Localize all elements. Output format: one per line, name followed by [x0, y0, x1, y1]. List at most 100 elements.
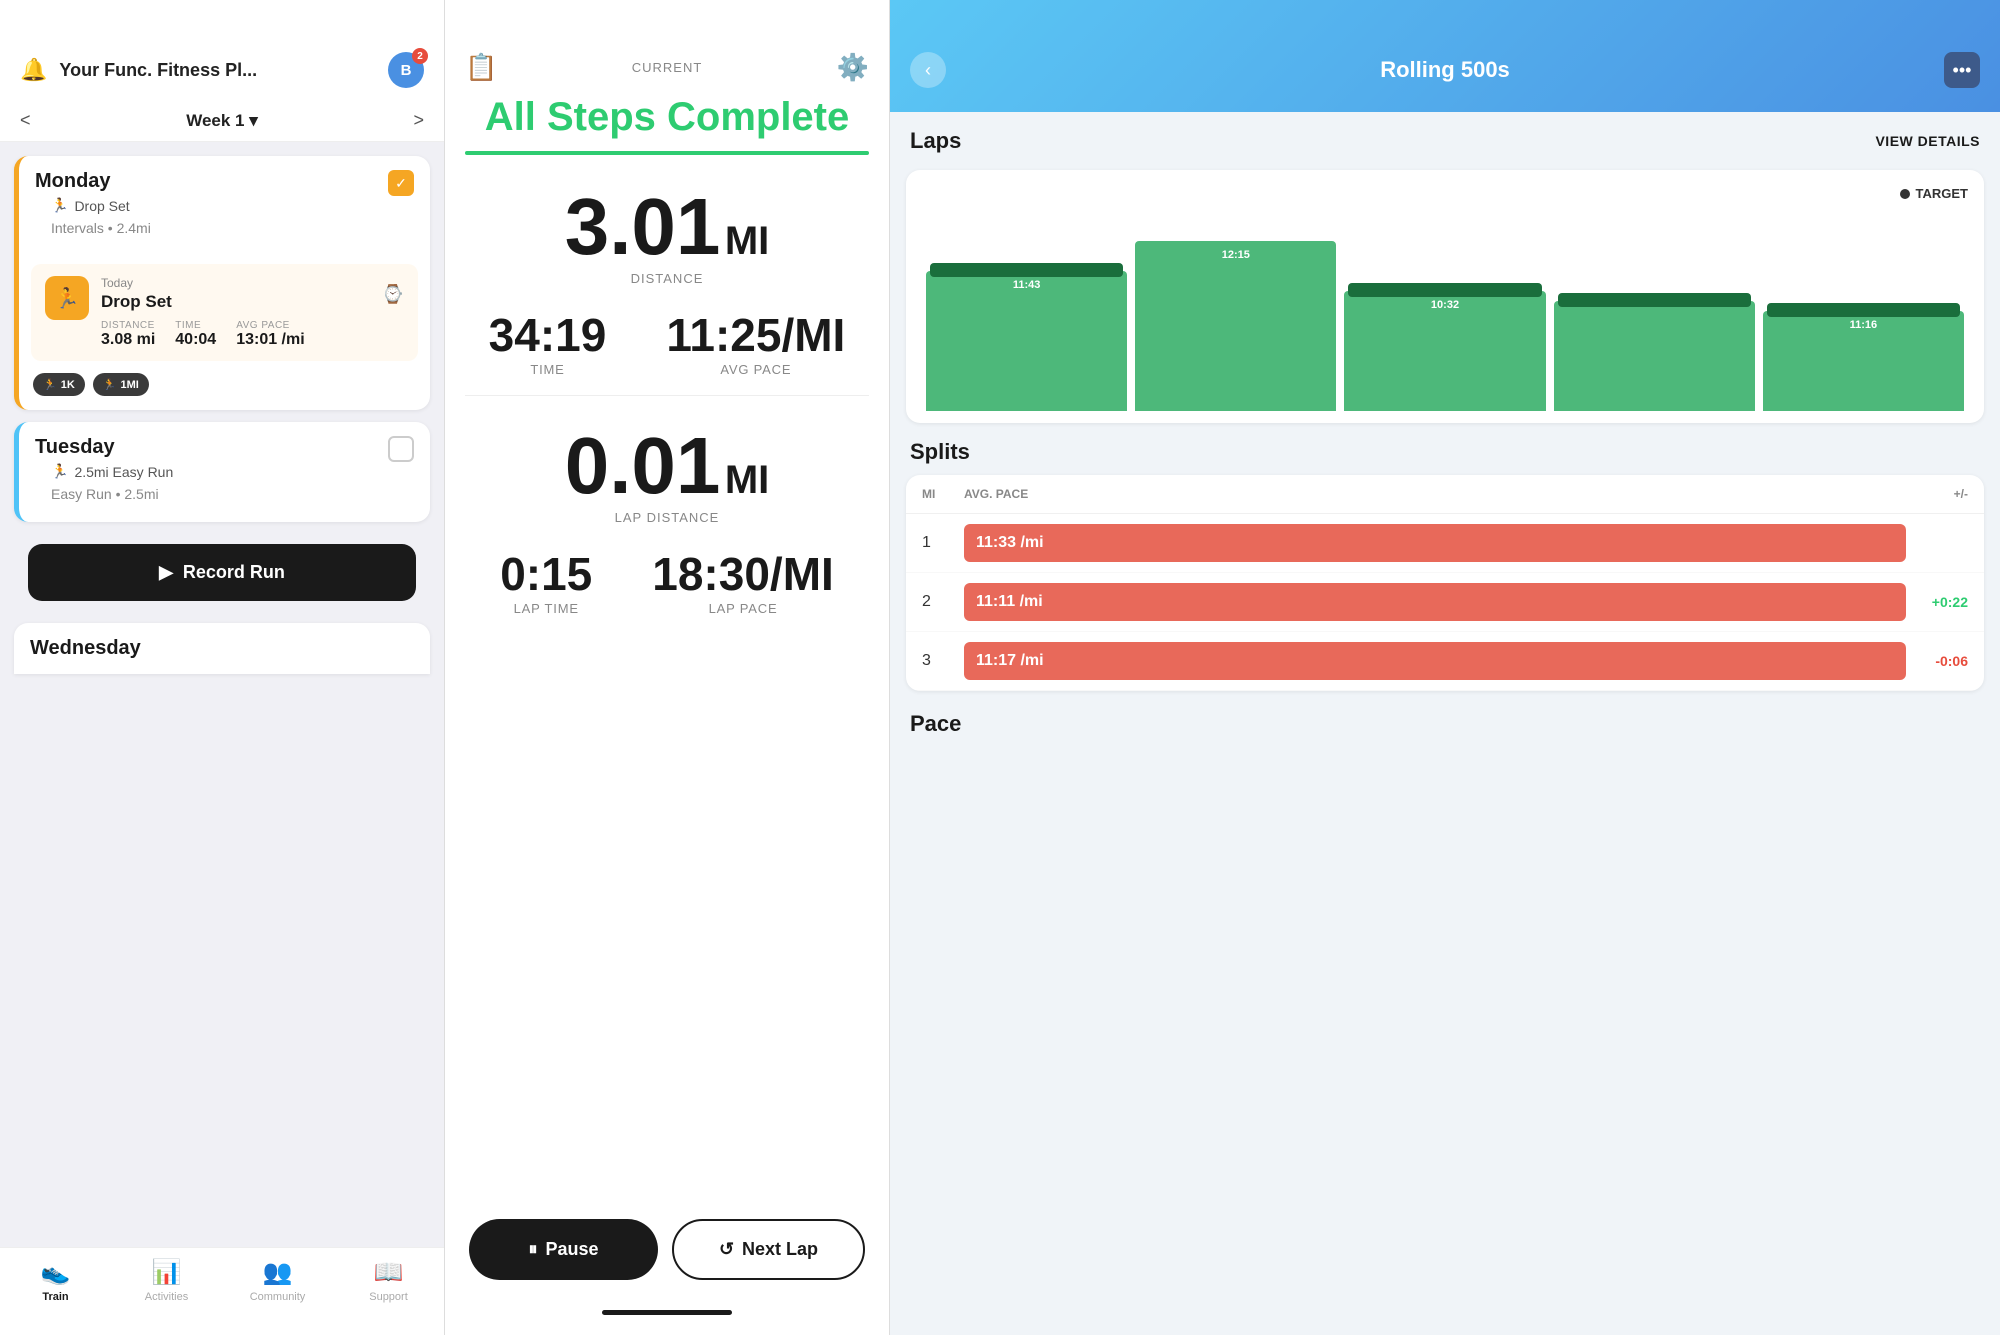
- view-details-button[interactable]: VIEW DETAILS: [1875, 133, 1980, 149]
- splits-card: MI AVG. PACE +/- 1 11:33 /mi 2 11:11 /: [906, 475, 1984, 691]
- lap-pace-display: 18:30/MI LAP PACE: [652, 551, 834, 616]
- today-workout-card: 🏃 Today Drop Set ⌚ DISTANCE 3.08 mi: [31, 264, 418, 361]
- nav-item-community[interactable]: 👥 Community: [222, 1258, 333, 1303]
- pace-display: 11:25/MI AVG PACE: [666, 312, 845, 377]
- time-display: 34:19 TIME: [489, 312, 607, 377]
- record-run-button[interactable]: ▶ Record Run: [28, 544, 416, 601]
- pace-stat: AVG PACE 13:01 /mi: [236, 320, 304, 349]
- bar-fill-2: 12:15: [1135, 241, 1336, 411]
- run-icon-2: 🏃: [51, 463, 68, 480]
- schedule-list: Monday 🏃 Drop Set Intervals • 2.4mi ✓ 🏃 …: [0, 142, 444, 1247]
- bar-fill-1: 11:43: [926, 271, 1127, 411]
- bell-icon[interactable]: 🔔: [20, 57, 47, 83]
- next-lap-label: Next Lap: [742, 1239, 818, 1260]
- split-row-2: 2 11:11 /mi +0:22: [906, 573, 1984, 632]
- time-pace-row: 34:19 TIME 11:25/MI AVG PACE: [445, 292, 889, 385]
- distance-unit: MI: [725, 219, 769, 263]
- split-diff-3: -0:06: [1918, 653, 1968, 669]
- avatar[interactable]: B 2: [388, 52, 424, 88]
- tuesday-header: Tuesday 🏃 2.5mi Easy Run Easy Run • 2.5m…: [19, 422, 430, 522]
- tuesday-card: Tuesday 🏃 2.5mi Easy Run Easy Run • 2.5m…: [14, 422, 430, 522]
- distance-stat: DISTANCE 3.08 mi: [101, 320, 155, 349]
- bar-2: 12:15: [1135, 211, 1336, 411]
- laps-section-header: Laps VIEW DETAILS: [906, 128, 1984, 154]
- split-row-1: 1 11:33 /mi: [906, 514, 1984, 573]
- nav-item-train[interactable]: 👟 Train: [0, 1258, 111, 1303]
- distance-value-display: 3.01 MI: [465, 187, 869, 267]
- split-row-3: 3 11:17 /mi -0:06: [906, 632, 1984, 691]
- badge-1mi-icon: 🏃: [103, 378, 117, 391]
- bar-label-1: 11:43: [1013, 279, 1041, 291]
- distance-number: 3.01: [565, 182, 721, 271]
- splits-header-row: MI AVG. PACE +/-: [906, 475, 1984, 514]
- more-options-button[interactable]: •••: [1944, 52, 1980, 88]
- laps-chart-card: TARGET 11:43 12:15: [906, 170, 1984, 423]
- distance-label: DISTANCE: [101, 320, 155, 331]
- clipboard-icon[interactable]: 📋: [465, 52, 497, 83]
- monday-workout-detail: Intervals • 2.4mi: [35, 220, 167, 246]
- tuesday-checkbox[interactable]: [388, 436, 414, 462]
- pace-section-title: Pace: [906, 707, 1984, 741]
- lap-icon: ↺: [719, 1239, 734, 1260]
- achievement-badges: 🏃 1K 🏃 1MI: [19, 373, 430, 410]
- laps-section-title: Laps: [910, 128, 961, 154]
- bar-5: 11:16: [1763, 211, 1964, 411]
- lap-time-display: 0:15 LAP TIME: [500, 551, 592, 616]
- activities-nav-icon: 📊: [152, 1258, 182, 1287]
- wednesday-preview: Wednesday: [14, 623, 430, 674]
- nav-item-support[interactable]: 📖 Support: [333, 1258, 444, 1303]
- plan-title: Your Func. Fitness Pl...: [59, 60, 376, 81]
- lap-pace-value: 18:30/MI: [652, 551, 834, 597]
- time-label: TIME: [175, 320, 216, 331]
- monday-header: Monday 🏃 Drop Set Intervals • 2.4mi ✓: [19, 156, 430, 256]
- pace-label: AVG PACE: [236, 320, 304, 331]
- monday-label: Monday: [35, 170, 167, 193]
- watch-icon: ⌚: [382, 284, 404, 305]
- distance-display: 3.01 MI DISTANCE: [445, 167, 889, 292]
- split-mi-2: 2: [922, 593, 952, 611]
- pace-value: 11:25/MI: [666, 312, 845, 358]
- back-button[interactable]: ‹: [910, 52, 946, 88]
- pause-button[interactable]: ⏸ Pause: [469, 1219, 658, 1280]
- bar-cap-5: [1767, 303, 1960, 317]
- split-pace-2: 11:11 /mi: [976, 593, 1043, 610]
- play-icon: ▶: [159, 562, 173, 583]
- pause-label: Pause: [545, 1239, 598, 1260]
- target-label: TARGET: [1916, 186, 1968, 201]
- time-value: 34:19: [489, 312, 607, 358]
- prev-week-button[interactable]: <: [20, 110, 31, 131]
- laps-panel: ‹ Rolling 500s ••• Laps VIEW DETAILS TAR…: [890, 0, 2000, 1335]
- nav-item-activities[interactable]: 📊 Activities: [111, 1258, 222, 1303]
- run-controls: ⏸ Pause ↺ Next Lap: [445, 1199, 889, 1300]
- distance-value: 3.08 mi: [101, 331, 155, 349]
- lap-distance-value-display: 0.01 MI: [465, 426, 869, 506]
- monday-checkbox[interactable]: ✓: [388, 170, 414, 196]
- next-lap-button[interactable]: ↺ Next Lap: [672, 1219, 865, 1280]
- settings-icon[interactable]: ⚙️: [837, 52, 869, 83]
- train-header: 🔔 Your Func. Fitness Pl... B 2: [0, 0, 444, 100]
- laps-bar-chart: 11:43 12:15 10:32: [922, 211, 1968, 411]
- laps-content: Laps VIEW DETAILS TARGET 11:43: [890, 112, 2000, 1335]
- lap-distance-number: 0.01: [565, 421, 721, 510]
- time-stat: TIME 40:04: [175, 320, 216, 349]
- bar-fill-3: 10:32: [1344, 291, 1545, 411]
- train-nav-icon: 👟: [41, 1258, 71, 1287]
- today-stats: DISTANCE 3.08 mi TIME 40:04 AVG PACE 13:…: [101, 320, 404, 349]
- bar-cap-4: [1558, 293, 1751, 307]
- splits-mi-header: MI: [922, 487, 952, 501]
- bar-label-2: 12:15: [1222, 249, 1250, 261]
- bar-fill-4: [1554, 301, 1755, 411]
- splits-diff-header: +/-: [1918, 487, 1968, 501]
- tuesday-workout: 🏃 2.5mi Easy Run: [35, 459, 189, 486]
- splits-pace-header: AVG. PACE: [964, 487, 1906, 501]
- lap-distance-unit: MI: [725, 458, 769, 502]
- run-divider: [465, 395, 869, 396]
- week-label: Week 1 ▾: [186, 111, 258, 131]
- laps-panel-title: Rolling 500s: [1380, 57, 1510, 83]
- today-info: Today Drop Set ⌚ DISTANCE 3.08 mi TIME 4…: [101, 276, 404, 349]
- next-week-button[interactable]: >: [413, 110, 424, 131]
- pause-icon: ⏸: [528, 1239, 537, 1260]
- activities-nav-label: Activities: [145, 1291, 188, 1303]
- bar-3: 10:32: [1344, 211, 1545, 411]
- pace-value: 13:01 /mi: [236, 331, 304, 349]
